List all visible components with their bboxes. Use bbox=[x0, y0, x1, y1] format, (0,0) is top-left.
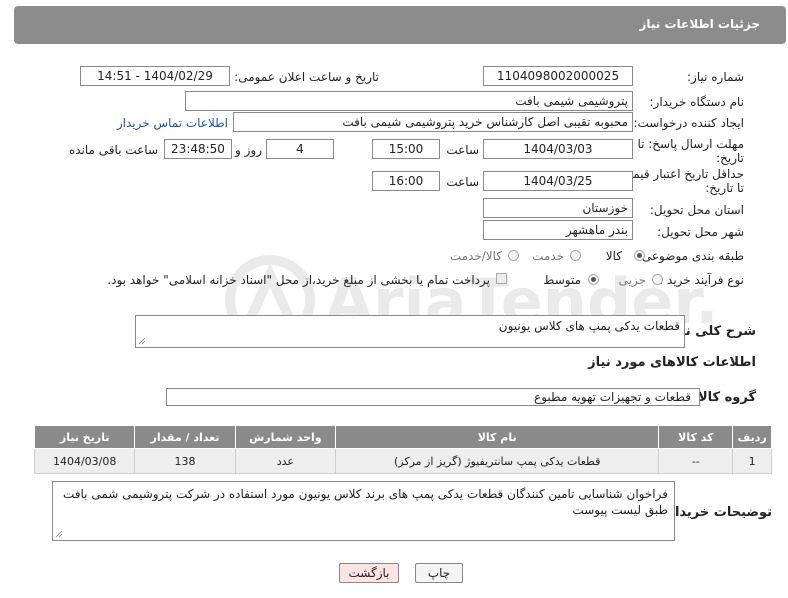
col-header-item-name: نام کالا bbox=[335, 425, 660, 449]
category-radio-goods-service[interactable] bbox=[508, 250, 519, 261]
need-number-field: 1104098002000025 bbox=[483, 66, 633, 86]
category-option-service: خدمت bbox=[532, 249, 564, 263]
resize-grip-icon[interactable] bbox=[55, 530, 63, 538]
cell-unit: عدد bbox=[234, 448, 337, 474]
goods-section-title: اطلاعات کالاهای مورد نیاز bbox=[588, 355, 756, 370]
cell-item-code: -- bbox=[658, 448, 734, 474]
buyer-contact-link[interactable]: اطلاعات تماس خریدار bbox=[117, 116, 228, 130]
buyer-org-field: پتروشیمی شیمی بافت bbox=[185, 91, 633, 111]
buyer-org-label: نام دستگاه خریدار: bbox=[649, 95, 745, 109]
price-validity-time-label: ساعت bbox=[446, 175, 479, 189]
need-number-label: شماره نیاز: bbox=[687, 70, 744, 84]
reply-deadline-date-field: 1404/03/03 bbox=[483, 139, 633, 159]
resize-grip-icon[interactable] bbox=[138, 337, 146, 345]
treasury-payment-note: پرداخت تمام یا بخشی از مبلغ خرید،از محل … bbox=[107, 273, 490, 287]
delivery-city-field: بندر ماهشهر bbox=[483, 220, 633, 240]
cell-quantity: 138 bbox=[134, 448, 236, 474]
purchase-type-label: نوع فرآیند خرید : bbox=[659, 273, 744, 287]
cell-row-number: 1 bbox=[732, 448, 772, 474]
buyer-notes-label: توضیحات خریدار: bbox=[662, 505, 772, 520]
reply-deadline-time-label: ساعت bbox=[446, 143, 479, 157]
remaining-time-label: ساعت باقی مانده bbox=[68, 143, 158, 157]
delivery-province-label: استان محل تحویل: bbox=[649, 203, 744, 217]
treasury-payment-checkbox[interactable] bbox=[496, 273, 507, 284]
col-header-need-date: تاریخ نیاز bbox=[33, 425, 136, 449]
reply-deadline-label-line2: تاریخ: bbox=[716, 151, 744, 165]
delivery-province-field: خوزستان bbox=[483, 198, 633, 218]
price-validity-label-line2: تا تاریخ: bbox=[705, 181, 744, 195]
col-header-item-code: کد کالا bbox=[658, 425, 734, 449]
reply-deadline-days-label: روز و bbox=[235, 143, 262, 157]
description-field[interactable]: قطعات یدکی پمپ های کلاس یونیون bbox=[135, 315, 685, 348]
announce-datetime-field: 1404/02/29 - 14:51 bbox=[80, 66, 230, 86]
purchase-type-radio-minor[interactable] bbox=[652, 274, 663, 285]
category-radio-service[interactable] bbox=[570, 250, 581, 261]
reply-deadline-label: مهلت ارسال پاسخ: تا bbox=[637, 137, 744, 151]
requester-label: ایجاد کننده درخواست: bbox=[633, 116, 744, 130]
table-header-row: ردیف کد کالا نام کالا واحد شمارش تعداد /… bbox=[33, 425, 772, 449]
page-title: جزئیات اطلاعات نیاز bbox=[639, 17, 760, 31]
cell-item-name: قطعات یدکی پمپ سانتریفیوژ (گریز از مرکز) bbox=[335, 448, 660, 474]
category-label: طبقه بندی موضوعی: bbox=[637, 249, 744, 263]
print-button[interactable]: چاپ bbox=[415, 563, 463, 583]
items-table: ردیف کد کالا نام کالا واحد شمارش تعداد /… bbox=[33, 425, 772, 474]
announce-datetime-label: تاریخ و ساعت اعلان عمومی: bbox=[234, 70, 379, 84]
price-validity-date-field: 1404/03/25 bbox=[483, 171, 633, 191]
delivery-city-label: شهر محل تحویل: bbox=[657, 225, 744, 239]
category-option-goods-service: کالا/خدمت bbox=[449, 249, 502, 263]
reply-deadline-days-field: 4 bbox=[266, 139, 334, 159]
remaining-time-field: 23:48:50 bbox=[164, 139, 232, 159]
category-radio-goods[interactable] bbox=[634, 250, 645, 261]
category-option-goods: کالا bbox=[605, 249, 622, 263]
back-button[interactable]: بازگشت bbox=[339, 563, 399, 583]
purchase-type-option-medium: متوسط bbox=[543, 273, 581, 287]
buyer-notes-field[interactable]: فراخوان شناسایی تامین کنندگان قطعات یدکی… bbox=[52, 481, 675, 541]
goods-group-label: گروه کالا: bbox=[692, 390, 756, 405]
purchase-type-option-minor: جزیی bbox=[618, 273, 646, 287]
goods-group-field: قطعات و تجهیزات تهویه مطبوع bbox=[166, 388, 700, 406]
price-validity-time-field: 16:00 bbox=[372, 171, 440, 191]
cell-need-date: 1404/03/08 bbox=[33, 448, 136, 474]
col-header-unit: واحد شمارش bbox=[234, 425, 337, 449]
reply-deadline-time-field: 15:00 bbox=[372, 139, 440, 159]
col-header-row-number: ردیف bbox=[732, 425, 772, 449]
purchase-type-radio-medium[interactable] bbox=[588, 274, 599, 285]
col-header-quantity: تعداد / مقدار bbox=[134, 425, 236, 449]
table-row: 1 -- قطعات یدکی پمپ سانتریفیوژ (گریز از … bbox=[33, 448, 772, 474]
requester-field: محبوبه تقیبی اصل کارشناس خرید پتروشیمی ش… bbox=[233, 112, 633, 132]
price-validity-label: حداقل تاریخ اعتبار قیمت: bbox=[617, 167, 744, 181]
page-header: جزئیات اطلاعات نیاز bbox=[14, 6, 786, 44]
